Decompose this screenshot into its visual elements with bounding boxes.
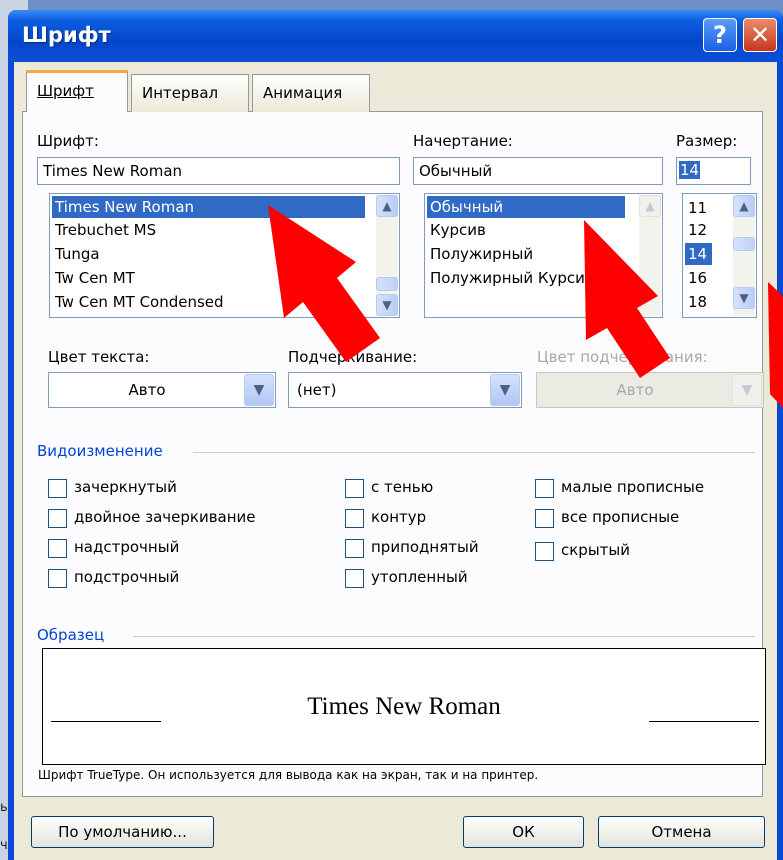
scroll-down-icon[interactable]: ▼ <box>733 287 755 309</box>
style-list[interactable]: Обычный Курсив Полужирный Полужирный Кур… <box>424 193 663 318</box>
font-type-note: Шрифт TrueType. Он используется для выво… <box>38 768 539 782</box>
size-label: Размер: <box>676 132 738 150</box>
background-text-fragment: ч <box>0 838 8 853</box>
scroll-down-icon[interactable]: ▼ <box>376 294 398 316</box>
scroll-thumb[interactable] <box>376 277 398 291</box>
underline-color-label: Цвет подчеркивания: <box>537 348 708 366</box>
cancel-button[interactable]: Отмена <box>598 816 765 848</box>
font-list-item[interactable]: Times New Roman <box>52 196 365 218</box>
size-list[interactable]: 11 12 14 16 18 ▲ ▼ <box>682 193 757 318</box>
underline-color-select[interactable]: Авто ▼ <box>536 372 764 408</box>
size-list-item[interactable]: 16 <box>685 267 707 289</box>
size-list-item[interactable]: 14 <box>685 243 712 265</box>
sample-group-title: Образец <box>37 626 105 644</box>
size-list-item[interactable]: 11 <box>685 197 707 219</box>
chevron-down-icon[interactable]: ▼ <box>244 374 274 406</box>
sample-text: Times New Roman <box>307 693 501 720</box>
dialog-title: Шрифт <box>22 23 111 47</box>
font-list-item[interactable]: Tw Cen MT <box>52 267 135 289</box>
style-list-item[interactable]: Полужирный Курсив <box>427 267 594 289</box>
background-text-fragment: ь <box>0 800 8 815</box>
style-list-item[interactable]: Обычный <box>427 196 625 218</box>
size-input[interactable]: 14 <box>676 157 751 185</box>
text-color-select[interactable]: Авто ▼ <box>48 372 276 408</box>
help-button[interactable]: ? <box>703 18 737 52</box>
tab-animation[interactable]: Анимация <box>252 74 370 112</box>
divider <box>193 452 755 453</box>
default-button[interactable]: По умолчанию... <box>31 816 214 848</box>
font-input[interactable]: Times New Roman <box>37 157 400 185</box>
font-label: Шрифт: <box>37 132 99 150</box>
tab-spacing[interactable]: Интервал <box>131 74 249 112</box>
underline-select[interactable]: (нет) ▼ <box>288 372 522 408</box>
size-list-scrollbar[interactable]: ▲ ▼ <box>733 195 755 316</box>
style-list-item[interactable]: Полужирный <box>427 243 533 265</box>
style-input[interactable]: Обычный <box>413 157 663 185</box>
effects-group-title: Видоизменение <box>37 442 163 460</box>
title-bar[interactable]: Шрифт ? ✕ <box>8 10 783 62</box>
font-list-item[interactable]: Trebuchet MS <box>52 219 156 241</box>
divider <box>133 636 755 637</box>
tab-font[interactable]: Шрифт <box>26 70 128 112</box>
scroll-up-icon[interactable]: ▲ <box>733 195 755 217</box>
close-icon: ✕ <box>749 21 771 49</box>
sample-underline-right <box>649 721 759 722</box>
close-button[interactable]: ✕ <box>743 18 777 52</box>
size-list-item[interactable]: 12 <box>685 219 707 241</box>
style-list-item[interactable]: Курсив <box>427 219 486 241</box>
size-list-item[interactable]: 18 <box>685 291 707 313</box>
sample-underline-left <box>51 721 161 722</box>
font-list-item[interactable]: Tw Cen MT Condensed <box>52 291 224 313</box>
style-label: Начертание: <box>413 132 513 150</box>
font-list-item[interactable]: Tunga <box>52 243 100 265</box>
scroll-up-icon[interactable]: ▲ <box>639 195 661 217</box>
text-color-label: Цвет текста: <box>48 348 150 366</box>
chevron-down-icon[interactable]: ▼ <box>490 374 520 406</box>
font-list[interactable]: Times New Roman Trebuchet MS Tunga Tw Ce… <box>49 193 400 318</box>
underline-label: Подчеркивание: <box>288 348 418 366</box>
font-list-scrollbar[interactable]: ▲ ▼ <box>376 195 398 316</box>
style-list-scrollbar[interactable]: ▲ <box>639 195 661 316</box>
scroll-thumb[interactable] <box>733 237 755 251</box>
sample-preview: Times New Roman <box>42 648 766 765</box>
scroll-up-icon[interactable]: ▲ <box>376 195 398 217</box>
ok-button[interactable]: ОК <box>463 816 584 848</box>
chevron-down-icon[interactable]: ▼ <box>732 374 762 406</box>
